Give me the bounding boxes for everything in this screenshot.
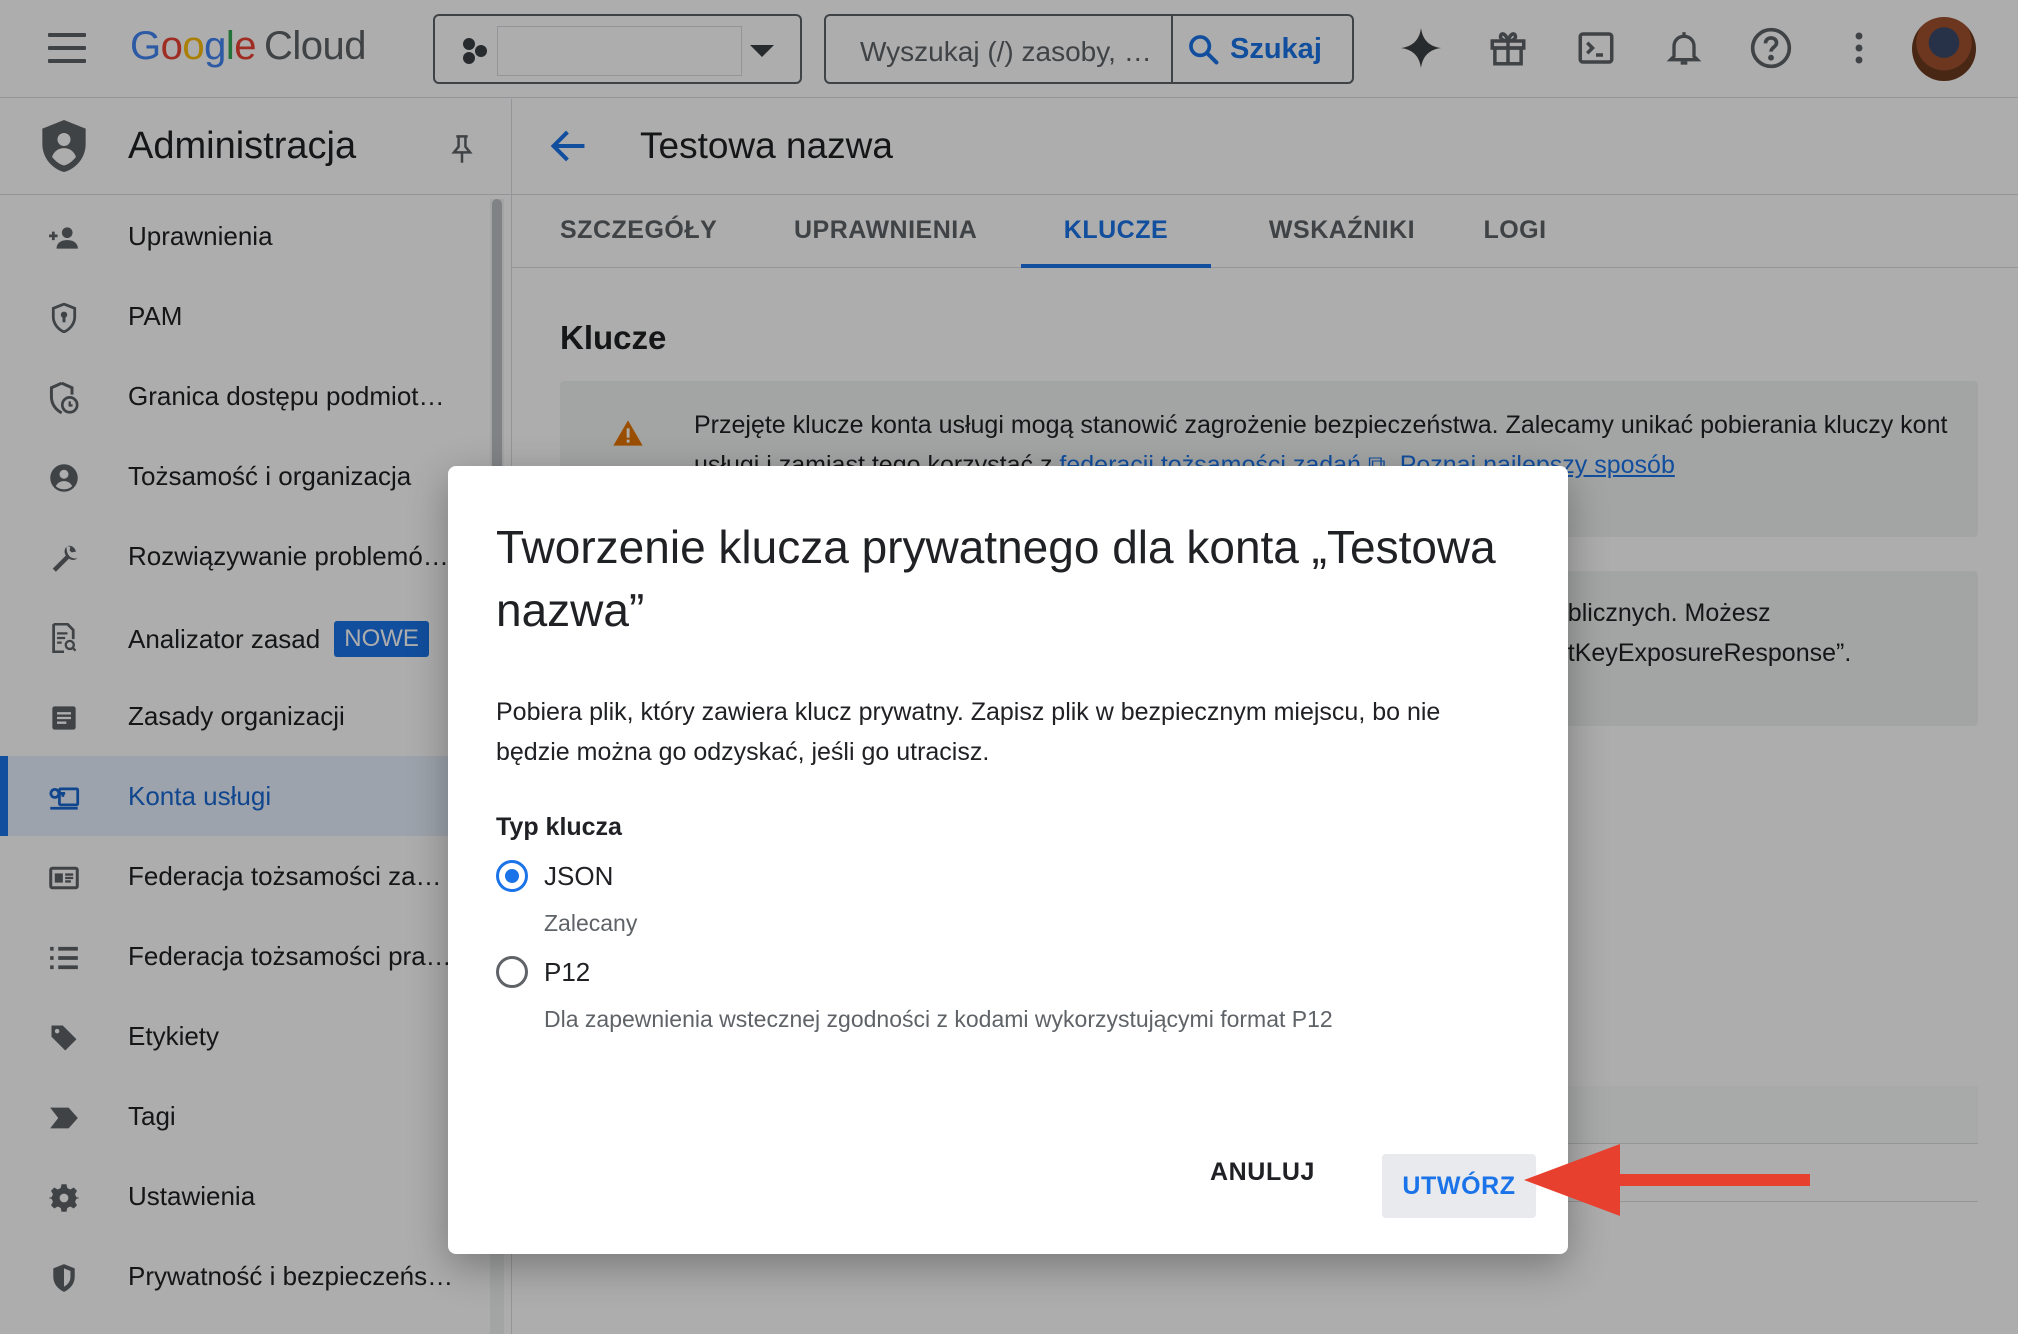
create-key-dialog: Tworzenie klucza prywatnego dla konta „T…	[448, 466, 1568, 1254]
radio-p12-label: P12	[544, 956, 591, 987]
radio-json[interactable]: JSON	[496, 860, 613, 892]
radio-json-hint: Zalecany	[544, 910, 638, 936]
dialog-description: Pobiera plik, który zawiera klucz prywat…	[496, 698, 1441, 766]
cancel-button[interactable]: ANULUJ	[1210, 1158, 1315, 1187]
radio-p12[interactable]: P12	[496, 956, 590, 988]
create-button[interactable]: UTWÓRZ	[1382, 1154, 1536, 1218]
key-type-label: Typ klucza	[496, 813, 622, 841]
radio-json-label: JSON	[544, 860, 614, 891]
radio-button-selected[interactable]	[496, 860, 528, 892]
radio-button[interactable]	[496, 956, 528, 988]
annotation-arrow-icon	[1524, 1144, 1810, 1216]
radio-p12-hint: Dla zapewnienia wstecznej zgodności z ko…	[544, 1006, 1333, 1032]
dialog-title: Tworzenie klucza prywatnego dla konta „T…	[496, 521, 1496, 636]
